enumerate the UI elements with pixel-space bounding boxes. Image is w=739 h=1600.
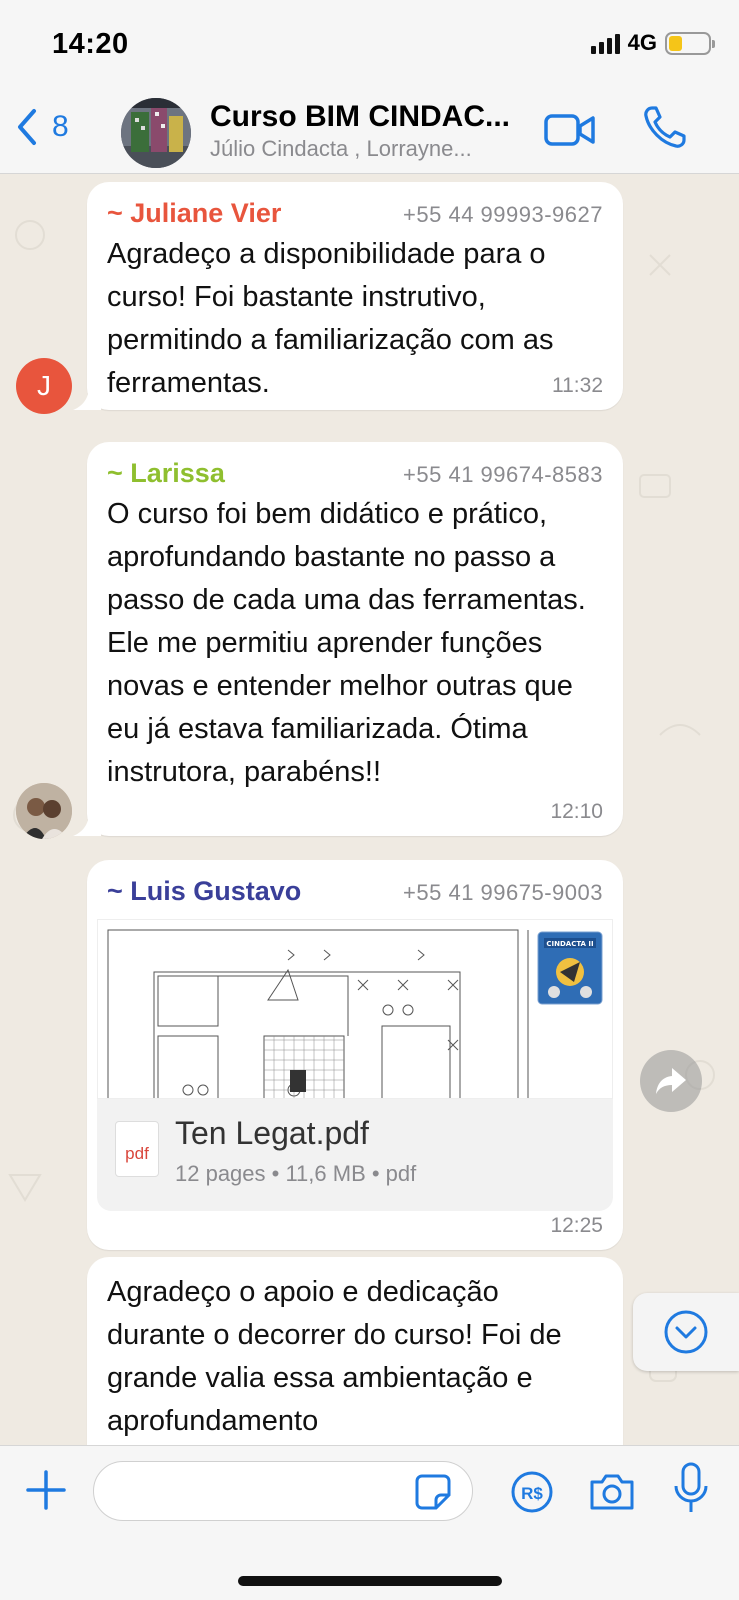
sender-name[interactable]: ~ Luis Gustavo — [107, 876, 301, 907]
pdf-file-meta: 12 pages • 11,6 MB • pdf — [175, 1161, 417, 1186]
status-time: 14:20 — [52, 28, 129, 60]
battery-level — [669, 35, 683, 51]
microphone-icon[interactable] — [672, 1462, 710, 1516]
message-bubble[interactable]: ~ Juliane Vier +55 44 99993-9627 Agradeç… — [73, 182, 623, 410]
status-indicators: 4G — [590, 30, 715, 56]
signal-icon — [590, 32, 620, 54]
sender-avatar[interactable]: J — [16, 358, 72, 414]
unread-count: 8 — [52, 110, 69, 143]
message-bubble[interactable]: ~ Luis Gustavo +55 41 99675-9003 CINDACT… — [87, 860, 623, 1250]
status-bar: 14:20 4G — [0, 0, 739, 90]
camera-icon[interactable] — [588, 1470, 636, 1514]
cindacta-logo: CINDACTA II — [537, 931, 603, 1005]
message-header: ~ Luis Gustavo +55 41 99675-9003 — [107, 876, 603, 907]
forward-button[interactable] — [640, 1050, 702, 1112]
pdf-file-icon: pdf — [115, 1121, 159, 1177]
battery-icon — [665, 31, 715, 55]
scroll-to-bottom-button[interactable] — [633, 1293, 739, 1371]
pdf-attachment[interactable]: pdf Ten Legat.pdf 12 pages • 11,6 MB • p… — [97, 1099, 613, 1211]
message-time: 12:25 — [550, 1214, 603, 1237]
svg-text:R$: R$ — [521, 1484, 543, 1503]
pdf-file-name: Ten Legat.pdf — [175, 1115, 369, 1151]
sender-name[interactable]: ~ Juliane Vier — [107, 198, 281, 229]
sender-name[interactable]: ~ Larissa — [107, 458, 225, 489]
plus-icon[interactable] — [24, 1468, 68, 1512]
phone-call-icon[interactable] — [642, 104, 688, 150]
chevron-down-circle-icon — [664, 1310, 708, 1354]
message-composer: R$ — [0, 1445, 739, 1600]
payment-icon[interactable]: R$ — [510, 1470, 554, 1514]
message-header: ~ Larissa +55 41 99674-8583 — [107, 458, 603, 489]
message-bubble[interactable]: ~ Larissa +55 41 99674-8583 O curso foi … — [73, 442, 623, 836]
chat-header: 8 Curso BIM CINDAC... Júlio Cindacta , L… — [0, 90, 739, 174]
sender-phone[interactable]: +55 44 99993-9627 — [403, 202, 603, 228]
pdf-preview[interactable]: CINDACTA II — [97, 919, 613, 1099]
message-text: Agradeço o apoio e dedicação durante o d… — [107, 1276, 562, 1437]
svg-text:CINDACTA II: CINDACTA II — [546, 940, 593, 948]
bubble-tail — [73, 386, 101, 410]
floor-plan-thumbnail: CINDACTA II — [107, 929, 603, 1098]
message-text: Agradeço a disponibilidade para o curso!… — [107, 238, 554, 399]
sender-phone[interactable]: +55 41 99675-9003 — [403, 880, 603, 906]
chat-messages[interactable]: ~ Juliane Vier +55 44 99993-9627 Agradeç… — [0, 175, 739, 1445]
message-text: O curso foi bem didático e prático, apro… — [107, 498, 586, 788]
message-header: ~ Juliane Vier +55 44 99993-9627 — [107, 198, 603, 229]
back-button[interactable]: 8 — [16, 108, 69, 146]
photo-avatar-icon — [16, 783, 72, 839]
building-photo-icon — [121, 98, 191, 168]
group-avatar[interactable] — [121, 98, 191, 168]
message-time: 11:32 — [552, 374, 603, 397]
group-participants[interactable]: Júlio Cindacta , Lorrayne... — [210, 136, 510, 162]
sender-avatar[interactable] — [16, 783, 72, 839]
chevron-left-icon — [18, 109, 36, 145]
network-type: 4G — [627, 30, 657, 55]
group-title[interactable]: Curso BIM CINDAC... — [210, 100, 520, 134]
sticker-icon[interactable] — [414, 1473, 452, 1511]
video-call-icon[interactable] — [544, 110, 596, 150]
home-indicator — [238, 1576, 502, 1586]
message-time: 12:10 — [550, 800, 603, 823]
forward-arrow-icon — [656, 1068, 686, 1094]
bubble-tail — [73, 812, 101, 836]
sender-phone[interactable]: +55 41 99674-8583 — [403, 462, 603, 488]
message-bubble[interactable]: Agradeço o apoio e dedicação durante o d… — [87, 1257, 623, 1445]
